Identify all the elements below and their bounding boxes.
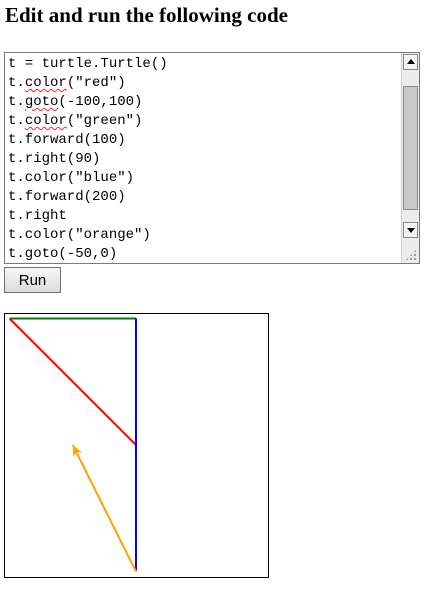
turtle-path-segment bbox=[71, 444, 137, 572]
code-line[interactable]: t.color("red") bbox=[8, 74, 400, 93]
page-title: Edit and run the following code bbox=[5, 3, 288, 27]
code-line[interactable]: t.goto(-100,100) bbox=[8, 93, 400, 112]
turtle-cursor-icon bbox=[72, 445, 83, 458]
code-line[interactable]: t = turtle.Turtle() bbox=[8, 55, 400, 74]
scrollbar-thumb[interactable] bbox=[403, 86, 418, 210]
code-line[interactable]: t.right(90) bbox=[8, 150, 400, 169]
code-line[interactable]: t.right bbox=[8, 207, 400, 226]
run-button[interactable]: Run bbox=[4, 267, 61, 293]
turtle-path-segment bbox=[8, 317, 137, 446]
code-line[interactable]: t.forward(100) bbox=[8, 131, 400, 150]
code-line[interactable]: t.color("blue") bbox=[8, 169, 400, 188]
arrow-up-icon[interactable] bbox=[403, 54, 418, 70]
code-line[interactable]: t.color("green") bbox=[8, 112, 400, 131]
code-line[interactable]: t.goto(-50,0) bbox=[8, 245, 400, 263]
turtle-canvas bbox=[4, 313, 269, 578]
code-lines[interactable]: t = turtle.Turtle() t.color("red") t.goto(… bbox=[8, 55, 400, 263]
code-line[interactable]: t.forward(200) bbox=[8, 188, 400, 207]
resize-grip-icon[interactable] bbox=[405, 249, 417, 261]
code-editor[interactable]: t = turtle.Turtle() t.color("red") t.goto(… bbox=[4, 52, 420, 264]
turtle-drawing bbox=[8, 317, 137, 572]
arrow-down-icon[interactable] bbox=[403, 222, 418, 238]
code-line[interactable]: t.color("orange") bbox=[8, 226, 400, 245]
editor-scrollbar[interactable] bbox=[401, 53, 419, 263]
